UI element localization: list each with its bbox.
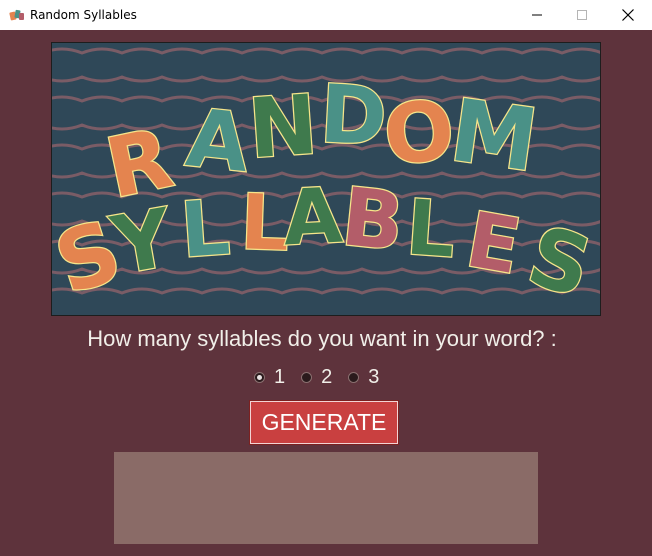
minimize-button[interactable]	[514, 0, 560, 30]
title-banner: RANDOMSYLLABLES	[51, 42, 601, 316]
output-box	[114, 452, 538, 544]
syllable-option-2[interactable]: 2	[301, 365, 332, 389]
radio-label-1: 1	[274, 366, 286, 388]
close-icon	[622, 9, 634, 21]
syllable-option-1[interactable]: 1	[254, 365, 285, 389]
window-title: Random Syllables	[30, 8, 137, 22]
banner-wave-line	[52, 47, 600, 55]
banner-letter: M	[445, 81, 544, 192]
banner-letter: A	[281, 171, 345, 263]
banner-letter: E	[460, 195, 527, 292]
banner-letter: B	[338, 170, 408, 269]
generate-button[interactable]: GENERATE	[249, 400, 399, 445]
app-window: Random Syllables RANDOMSYLLABLES How man…	[0, 0, 652, 556]
syllable-option-3[interactable]: 3	[348, 365, 379, 389]
title-bar[interactable]: Random Syllables	[0, 0, 652, 30]
banner-artwork: R ANDOMSY L LABL ES	[52, 47, 600, 315]
banner-letter: N	[246, 78, 321, 178]
radio-label-2: 2	[321, 366, 333, 388]
banner-letter: L	[404, 182, 459, 274]
banner-letter: A	[182, 91, 253, 190]
app-icon	[9, 7, 25, 23]
syllable-radio-group: 1 2 3	[254, 364, 395, 390]
maximize-icon	[577, 10, 587, 20]
radio-button-3[interactable]	[348, 371, 360, 383]
radio-label-3: 3	[368, 366, 380, 388]
syllable-question: How many syllables do you want in your w…	[87, 326, 557, 351]
minimize-icon	[532, 14, 542, 16]
radio-button-2[interactable]	[301, 371, 313, 383]
banner-letter: D	[318, 67, 389, 163]
close-button[interactable]	[605, 0, 651, 30]
banner-letter: L	[178, 182, 233, 274]
maximize-button[interactable]	[559, 0, 605, 30]
radio-button-1[interactable]	[254, 371, 265, 383]
radio-selected-dot	[257, 374, 262, 380]
